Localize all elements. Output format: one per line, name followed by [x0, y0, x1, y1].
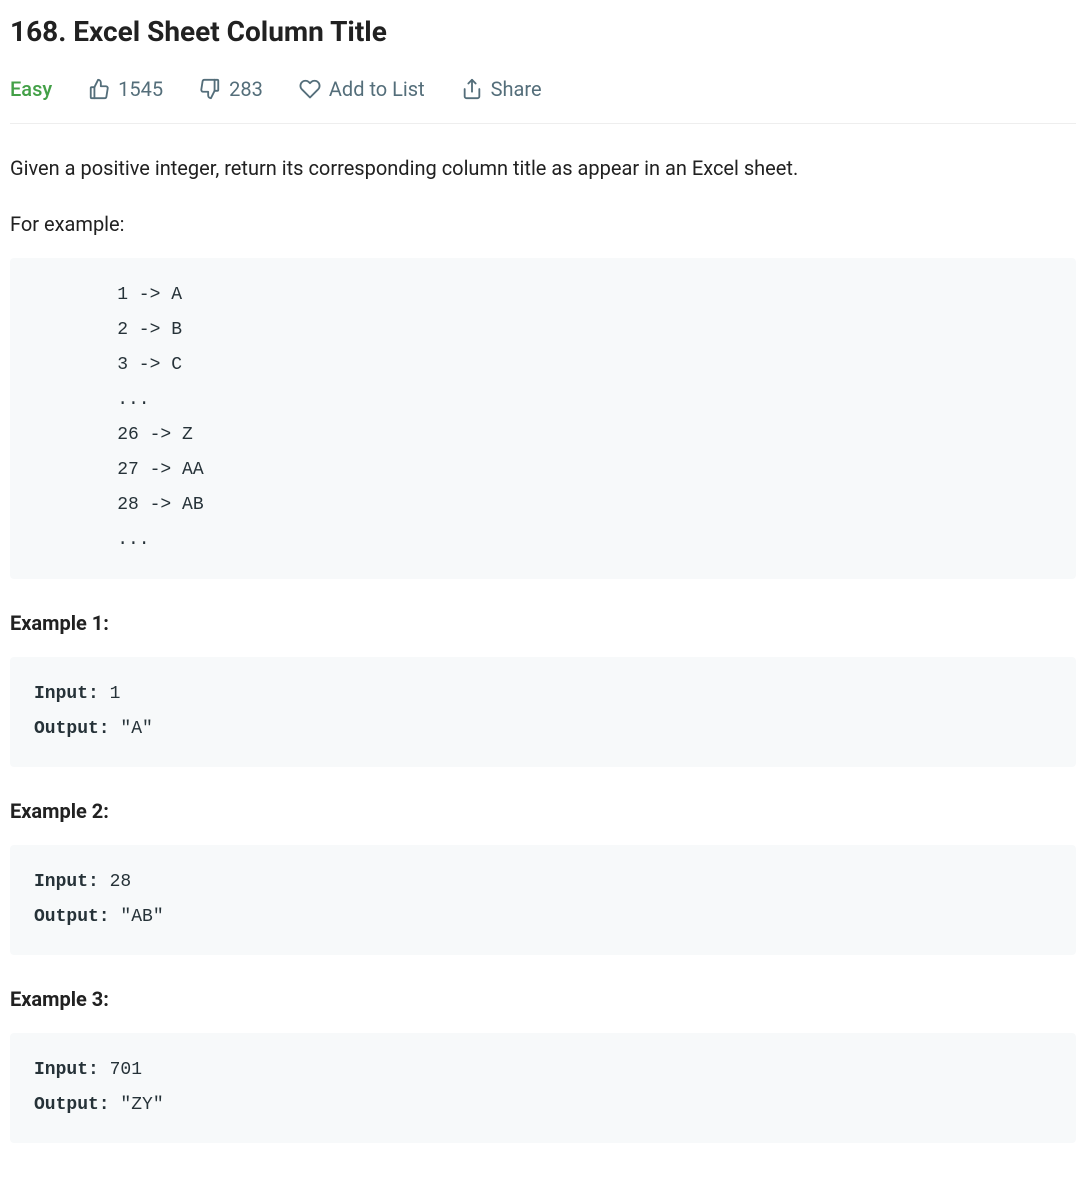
problem-title: 168. Excel Sheet Column Title	[10, 10, 1076, 55]
input-label: Input:	[34, 872, 99, 892]
share-icon	[461, 78, 483, 100]
input-value: 1	[99, 684, 121, 704]
example-input-line: Input: 28	[34, 865, 1052, 900]
heart-icon	[299, 78, 321, 100]
meta-row: Easy 1545 283 Add to List Share	[10, 73, 1076, 124]
example-output-line: Output: "ZY"	[34, 1088, 1052, 1123]
input-label: Input:	[34, 1060, 99, 1080]
problem-description: Given a positive integer, return its cor…	[10, 152, 1076, 184]
add-to-list-button[interactable]: Add to List	[299, 73, 425, 105]
likes-count: 1545	[118, 73, 163, 105]
add-to-list-label: Add to List	[329, 73, 425, 105]
output-label: Output:	[34, 719, 110, 739]
thumbs-down-icon	[199, 78, 221, 100]
input-label: Input:	[34, 684, 99, 704]
mapping-code-block: 1 -> A 2 -> B 3 -> C ... 26 -> Z 27 -> A…	[10, 258, 1076, 579]
example-output-line: Output: "A"	[34, 712, 1052, 747]
output-label: Output:	[34, 907, 110, 927]
dislike-button[interactable]: 283	[199, 73, 263, 105]
output-value: "AB"	[110, 907, 164, 927]
example-code-block: Input: 701 Output: "ZY"	[10, 1033, 1076, 1143]
share-button[interactable]: Share	[461, 73, 542, 105]
example-heading: Example 2:	[10, 795, 1076, 827]
output-value: "A"	[110, 719, 153, 739]
example-heading: Example 3:	[10, 983, 1076, 1015]
thumbs-up-icon	[88, 78, 110, 100]
input-value: 701	[99, 1060, 142, 1080]
example-code-block: Input: 1 Output: "A"	[10, 657, 1076, 767]
output-value: "ZY"	[110, 1095, 164, 1115]
dislikes-count: 283	[229, 73, 263, 105]
example-heading: Example 1:	[10, 607, 1076, 639]
example-3: Example 3: Input: 701 Output: "ZY"	[10, 983, 1076, 1143]
output-label: Output:	[34, 1095, 110, 1115]
example-output-line: Output: "AB"	[34, 900, 1052, 935]
difficulty-label: Easy	[10, 73, 52, 105]
share-label: Share	[491, 73, 542, 105]
example-2: Example 2: Input: 28 Output: "AB"	[10, 795, 1076, 955]
like-button[interactable]: 1545	[88, 73, 163, 105]
for-example-label: For example:	[10, 208, 1076, 240]
example-1: Example 1: Input: 1 Output: "A"	[10, 607, 1076, 767]
example-input-line: Input: 1	[34, 677, 1052, 712]
input-value: 28	[99, 872, 131, 892]
example-code-block: Input: 28 Output: "AB"	[10, 845, 1076, 955]
example-input-line: Input: 701	[34, 1053, 1052, 1088]
